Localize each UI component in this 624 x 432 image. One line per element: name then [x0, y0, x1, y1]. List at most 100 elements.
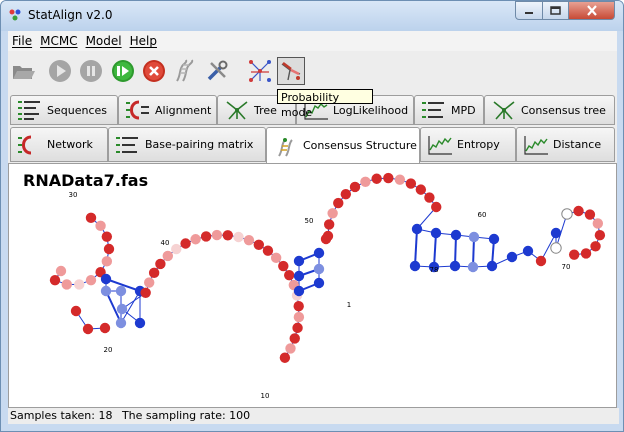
nucleotide [180, 238, 191, 249]
tab-sequences[interactable]: Sequences [10, 95, 118, 125]
structure-panel: RNAData7.fas 30 40 50 60 20 10 78 70 1 [8, 163, 617, 408]
tab-label: Alignment [155, 103, 212, 117]
nucleotide [171, 243, 182, 255]
nucleotide [115, 317, 127, 329]
maximize-button[interactable] [542, 1, 569, 20]
menu-help[interactable]: Help [126, 34, 161, 48]
tab-base-pairing-matrix[interactable]: Base-pairing matrix [108, 127, 266, 162]
app-icon [9, 9, 21, 21]
nucleotide [340, 188, 352, 200]
tab-label: Distance [553, 138, 602, 151]
settings-button[interactable] [203, 57, 231, 85]
play-button[interactable] [46, 57, 74, 85]
nucleotide [323, 219, 335, 230]
stop-button[interactable] [140, 57, 168, 85]
nucleotide [449, 260, 461, 272]
nucleotide [430, 227, 442, 239]
status-bar: Samples taken: 18 The sampling rate: 100 [8, 408, 619, 424]
tab-label: LogLikelihood [333, 103, 409, 117]
tab-label: Base-pairing matrix [145, 138, 254, 151]
tab-mpd[interactable]: MPD [414, 95, 484, 125]
nucleotide [253, 239, 265, 250]
tab-distance[interactable]: Distance [516, 127, 615, 162]
nucleotide [100, 273, 112, 285]
position-label: 50 [305, 217, 314, 225]
menu-model[interactable]: Model [82, 34, 126, 48]
nucleotide [322, 230, 334, 242]
window-title: StatAlign v2.0 [28, 8, 113, 22]
nucleotide [594, 229, 606, 241]
tab-label: MPD [451, 103, 476, 117]
nucleotide [262, 245, 274, 256]
nucleotide [293, 255, 305, 267]
nucleotide [99, 322, 111, 334]
nucleotide [55, 265, 67, 277]
entropy-icon [428, 135, 452, 155]
probability-mode-icon [281, 61, 301, 81]
position-label: 60 [478, 211, 487, 219]
mpd-icon [422, 102, 444, 118]
nucleotide [313, 263, 325, 275]
nucleotide [371, 173, 382, 184]
nucleotide [409, 260, 421, 272]
nucleotide [140, 287, 151, 299]
nucleotide [85, 212, 97, 224]
minimize-icon [525, 11, 533, 14]
nucleotide [74, 279, 85, 290]
nucleotide [592, 218, 604, 229]
nucleotide [468, 231, 480, 243]
tab-label: Network [47, 138, 93, 151]
nucleotide [580, 248, 592, 259]
minimize-button[interactable] [515, 1, 543, 20]
resume-button[interactable] [109, 57, 137, 85]
open-button[interactable] [10, 57, 38, 85]
open-folder-icon [13, 66, 35, 79]
network-icon [18, 135, 32, 154]
tab-consensus-structure[interactable]: Consensus Structure [266, 127, 420, 163]
tab-entropy[interactable]: Entropy [420, 127, 516, 162]
nucleotide [49, 274, 61, 286]
rna-mode-button[interactable] [171, 57, 199, 85]
nucleotide [279, 352, 291, 363]
tab-alignment[interactable]: Alignment [118, 95, 217, 125]
app-window: StatAlign v2.0 File MCMC Model Help Prob… [0, 0, 624, 432]
nucleotide [285, 343, 296, 354]
nucleotide [270, 252, 282, 264]
nucleotide [116, 303, 128, 315]
nucleotide [383, 172, 394, 184]
nucleotide [278, 260, 289, 272]
nucleotide [568, 249, 580, 260]
nucleotide [349, 181, 361, 193]
nucleotide [222, 230, 233, 241]
position-label: 30 [69, 191, 78, 199]
nucleotide [101, 256, 113, 267]
tab-consensus-tree[interactable]: Consensus tree [484, 95, 615, 125]
probability-mode-button[interactable] [277, 57, 305, 85]
nucleotide [550, 242, 562, 254]
nucleotide [394, 174, 406, 185]
nucleotide [211, 229, 223, 241]
close-icon [586, 5, 597, 16]
pause-button[interactable] [77, 57, 105, 85]
nucleotide [190, 234, 201, 245]
probability-mode-tooltip: Probability mode [277, 89, 373, 119]
nucleotide [292, 322, 303, 334]
tab-network[interactable]: Network [10, 127, 108, 162]
tab-label: Consensus Structure [303, 139, 417, 152]
nucleotide [148, 267, 160, 279]
menu-file[interactable]: File [8, 34, 36, 48]
settings-tools-icon [207, 60, 228, 81]
network-mode-button[interactable] [246, 57, 274, 85]
samples-taken-status: Samples taken: 18 [10, 409, 113, 422]
nucleotide [293, 301, 304, 312]
nucleotide [467, 261, 479, 273]
menu-mcmc[interactable]: MCMC [36, 34, 81, 48]
title-bar[interactable]: StatAlign v2.0 [1, 1, 623, 31]
close-window-button[interactable] [568, 1, 615, 20]
nucleotide [134, 317, 146, 329]
nucleotide [450, 229, 462, 241]
nucleotide [535, 255, 547, 267]
maximize-icon [550, 6, 561, 15]
rna-secondary-structure: 30 40 50 60 20 10 78 70 1 [49, 172, 606, 400]
nucleotide [144, 277, 155, 288]
